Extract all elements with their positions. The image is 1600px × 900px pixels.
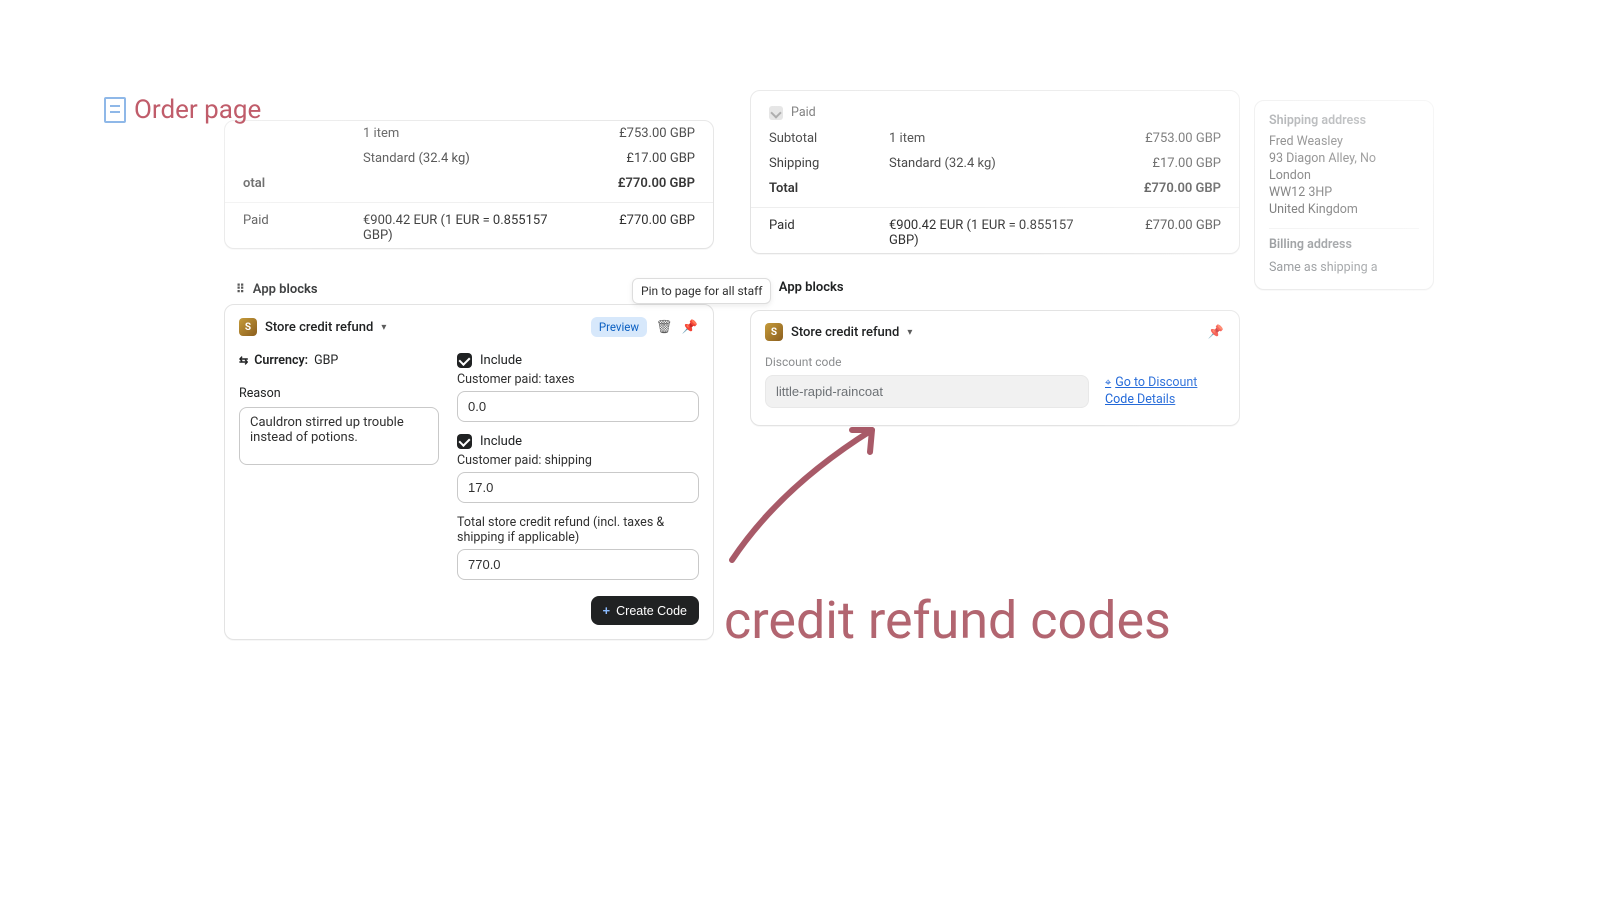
blocks-icon [236, 282, 245, 297]
shipping-line: WW12 3HP [1269, 185, 1419, 202]
shipping-address-heading: Shipping address [1269, 113, 1419, 128]
app-blocks-label: App blocks [779, 280, 844, 295]
total-label: otal [243, 176, 363, 191]
shipping-line: United Kingdom [1269, 202, 1419, 219]
store-credit-refund-card: S Store credit refund ▾ Preview 🗑 📌 Curr… [224, 304, 714, 640]
order-summary-card-left: 1 item £753.00 GBP Standard (32.4 kg) £1… [224, 120, 714, 249]
shipping-label: Customer paid: shipping [457, 453, 699, 468]
subtotal-amount: £753.00 GBP [575, 126, 695, 141]
shipping-line: Fred Weasley [1269, 134, 1419, 151]
paid-badge-text: Paid [791, 105, 816, 120]
plus-icon [603, 603, 611, 618]
app-blocks-label: App blocks [253, 282, 318, 297]
currency-label: Currency: [254, 353, 308, 368]
app-icon: S [239, 318, 257, 336]
paid-label: Paid [769, 218, 889, 248]
subtotal-desc: 1 item [889, 131, 1101, 146]
paid-desc: €900.42 EUR (1 EUR = 0.855157 GBP) [363, 213, 575, 243]
store-credit-refund-result-card: S Store credit refund ▾ 📌 Discount code … [750, 310, 1240, 426]
total-amount: £770.00 GBP [575, 176, 695, 191]
chevron-down-icon[interactable]: ▾ [907, 327, 912, 338]
preview-badge[interactable]: Preview [591, 317, 647, 337]
create-code-button[interactable]: Create Code [591, 596, 699, 625]
document-icon [104, 97, 126, 123]
total-refund-label: Total store credit refund (incl. taxes &… [457, 515, 699, 545]
paid-amount: £770.00 GBP [1101, 218, 1221, 248]
include-label: Include [480, 353, 522, 368]
include-taxes-checkbox[interactable] [457, 353, 472, 368]
reason-input[interactable] [239, 407, 439, 465]
pin-tooltip: Pin to page for all staff [632, 278, 771, 304]
currency-value: GBP [314, 353, 338, 368]
app-blocks-heading-right: App blocks [762, 280, 844, 295]
scr-title: Store credit refund [265, 320, 373, 335]
shipping-amount: £17.00 GBP [575, 151, 695, 166]
shipping-label: Shipping [769, 156, 889, 171]
billing-same: Same as shipping a [1269, 260, 1419, 277]
order-summary-card-right: Paid Subtotal 1 item £753.00 GBP Shippin… [750, 90, 1240, 254]
total-amount: £770.00 GBP [1101, 181, 1221, 196]
delete-icon[interactable]: 🗑 [655, 318, 673, 336]
total-refund-input[interactable] [457, 549, 699, 580]
currency-icon [239, 353, 248, 368]
discount-code-input[interactable] [765, 375, 1089, 408]
create-code-label: Create Code [616, 604, 687, 618]
pin-icon[interactable]: 📌 [1207, 323, 1225, 341]
taxes-label: Customer paid: taxes [457, 372, 699, 387]
subtotal-amount: £753.00 GBP [1101, 131, 1221, 146]
address-card: Shipping address Fred Weasley 93 Diagon … [1254, 100, 1434, 290]
discount-code-details-link[interactable]: Go to Discount Code Details [1105, 375, 1225, 409]
blank [243, 126, 363, 141]
blank [243, 151, 363, 166]
discount-code-label: Discount code [765, 355, 1225, 369]
billing-address-heading: Billing address [1269, 237, 1419, 254]
total-label: Total [769, 181, 889, 196]
pin-icon[interactable]: 📌 [681, 318, 699, 336]
include-shipping-checkbox[interactable] [457, 434, 472, 449]
shipping-input[interactable] [457, 472, 699, 503]
tag-icon [1105, 375, 1115, 390]
shipping-line: 93 Diagon Alley, No [1269, 151, 1419, 168]
shipping-amount: £17.00 GBP [1101, 156, 1221, 171]
dc-link-text: Go to Discount Code Details [1105, 375, 1197, 407]
page-label: Order page [104, 95, 261, 125]
reason-label: Reason [239, 386, 439, 401]
include-label: Include [480, 434, 522, 449]
subtotal-desc: 1 item [363, 126, 575, 141]
subtotal-label: Subtotal [769, 131, 889, 146]
shipping-desc: Standard (32.4 kg) [363, 151, 575, 166]
paid-status-icon [769, 106, 783, 120]
app-icon: S [765, 323, 783, 341]
shipping-desc: Standard (32.4 kg) [889, 156, 1101, 171]
paid-desc: €900.42 EUR (1 EUR = 0.855157 GBP) [889, 218, 1101, 248]
app-blocks-heading-left: App blocks [236, 282, 318, 297]
taxes-input[interactable] [457, 391, 699, 422]
page-label-text: Order page [134, 95, 261, 125]
paid-amount: £770.00 GBP [575, 213, 695, 243]
chevron-down-icon[interactable]: ▾ [381, 322, 386, 333]
paid-label: Paid [243, 213, 363, 243]
scr-result-title: Store credit refund [791, 325, 899, 340]
shipping-line: London [1269, 168, 1419, 185]
